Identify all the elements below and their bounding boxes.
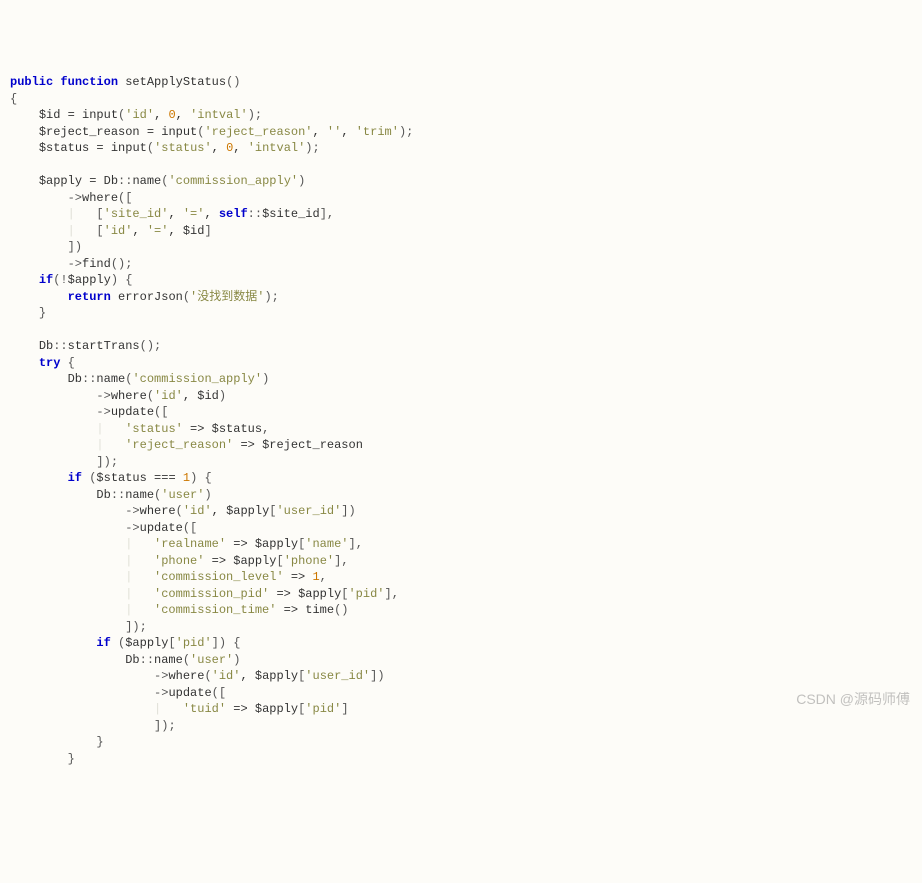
code-block: public function setApplyStatus() { $id =…: [10, 74, 912, 767]
watermark: CSDN @源码师傅: [796, 691, 910, 708]
